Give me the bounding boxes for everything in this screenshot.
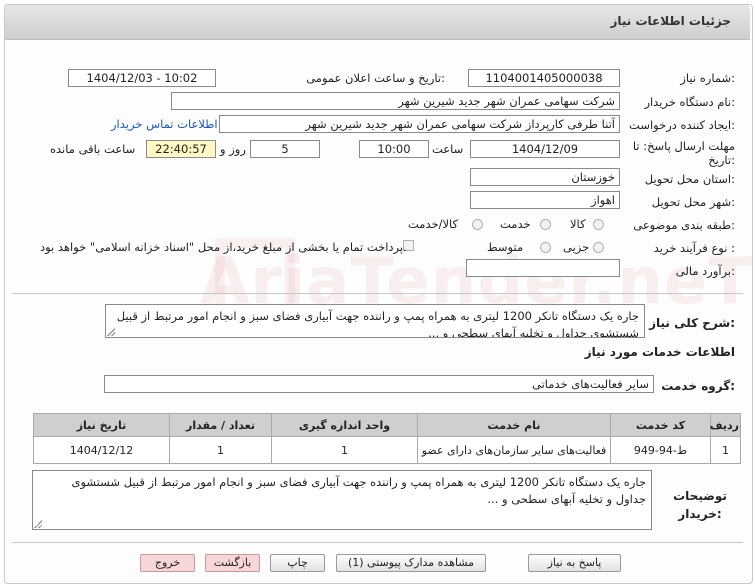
service-group-field: سایر فعالیت‌های خدماتی: [104, 375, 654, 393]
column-header-quantity: تعداد / مقدار: [169, 413, 272, 437]
service-group-label: گروه خدمت:: [661, 379, 735, 393]
deadline-time-label: ساعت: [432, 142, 464, 156]
reply-button[interactable]: پاسخ به نیاز: [528, 554, 621, 572]
buyer-label: نام دستگاه خریدار:: [644, 95, 735, 109]
category-radio-service[interactable]: [540, 219, 551, 230]
category-radio-goods[interactable]: [593, 219, 604, 230]
remaining-time-field: 22:40:57: [146, 140, 216, 158]
buyer-notes-label: توضیحات خریدار:: [673, 489, 727, 521]
category-label: طبقه بندی موضوعی:: [633, 218, 735, 232]
announce-field: 1404/12/03 - 10:02: [68, 69, 216, 87]
table-row: 1 ط-94-949 فعالیت‌های سایر سازمان‌های دا…: [33, 436, 741, 464]
city-field: اهواز: [470, 191, 620, 209]
exit-button[interactable]: خروج: [140, 554, 195, 572]
column-header-service-code: کد خدمت: [610, 413, 711, 437]
resize-grip-icon[interactable]: [34, 520, 42, 528]
province-label: استان محل تحویل:: [644, 172, 735, 186]
deadline-time-field: 10:00: [359, 140, 429, 158]
budget-label: برآورد مالی:: [675, 264, 735, 278]
description-textarea[interactable]: جاره یک دستگاه تانکر 1200 لیتری به همراه…: [105, 304, 645, 338]
process-option-minor: جزیی: [563, 240, 590, 254]
need-number-field: 1104001405000038: [468, 69, 620, 87]
process-option-medium: متوسط: [487, 240, 524, 254]
process-label: نوع فرآیند خرید :: [653, 241, 735, 255]
remaining-label: ساعت باقی مانده: [50, 142, 136, 156]
buyer-notes-textarea[interactable]: جاره یک دستگاه تانکر 1200 لیتری به همراه…: [32, 470, 652, 530]
resize-grip-icon[interactable]: [107, 328, 115, 336]
category-option-service: خدمت: [500, 217, 531, 231]
panel-title: جزئیات اطلاعات نیاز: [610, 14, 731, 28]
announce-label: تاریخ و ساعت اعلان عمومی:: [306, 71, 445, 85]
column-header-unit: واحد اندازه گیری: [271, 413, 418, 437]
creator-label: ایجاد کننده درخواست:: [629, 118, 735, 132]
budget-field: [466, 259, 620, 277]
back-button[interactable]: بازگشت: [205, 554, 260, 572]
payment-note: پرداخت تمام یا بخشی از مبلغ خرید،از محل …: [40, 240, 407, 254]
table-header-row: ردیف کد خدمت نام خدمت واحد اندازه گیری ت…: [33, 413, 741, 437]
column-header-row-number: ردیف: [710, 413, 741, 437]
cell-service-code: ط-94-949: [610, 436, 711, 464]
days-label: روز و: [220, 142, 246, 156]
print-button[interactable]: چاپ: [270, 554, 325, 572]
services-table: ردیف کد خدمت نام خدمت واحد اندازه گیری ت…: [33, 413, 741, 464]
buyer-field: شرکت سهامی عمران شهر جدید شیرین شهر: [171, 92, 620, 110]
deadline-date-field: 1404/12/09: [470, 140, 620, 158]
province-field: خوزستان: [470, 168, 620, 186]
creator-field: آتنا طرفی کارپرداز شرکت سهامی عمران شهر …: [219, 115, 620, 133]
process-radio-medium[interactable]: [540, 242, 551, 253]
divider: [12, 293, 743, 294]
cell-quantity: 1: [169, 436, 272, 464]
cell-service-name: فعالیت‌های سایر سازمان‌های دارای عضو: [417, 436, 611, 464]
process-radio-minor[interactable]: [593, 242, 604, 253]
column-header-service-name: نام خدمت: [417, 413, 611, 437]
services-section-title: اطلاعات خدمات مورد نیاز: [584, 345, 735, 359]
need-number-label: شماره نیاز:: [680, 71, 735, 85]
category-option-goods-service: کالا/خدمت: [408, 217, 459, 231]
category-option-goods: کالا: [570, 217, 586, 231]
cell-unit: 1: [271, 436, 418, 464]
cell-row-number: 1: [710, 436, 741, 464]
description-label: شرح کلی نیاز:: [649, 316, 735, 330]
deadline-label: مهلت ارسال پاسخ: تا تاریخ:: [632, 139, 735, 167]
view-attachments-button[interactable]: مشاهده مدارک پیوستی (1): [336, 554, 486, 572]
column-header-need-date: تاریخ نیاز: [33, 413, 170, 437]
divider: [12, 542, 743, 543]
days-field: 5: [250, 140, 320, 158]
category-radio-goods-service[interactable]: [472, 219, 483, 230]
cell-need-date: 1404/12/12: [33, 436, 170, 464]
city-label: شهر محل تحویل:: [651, 195, 735, 209]
buyer-contact-link[interactable]: اطلاعات تماس خریدار: [111, 117, 218, 131]
